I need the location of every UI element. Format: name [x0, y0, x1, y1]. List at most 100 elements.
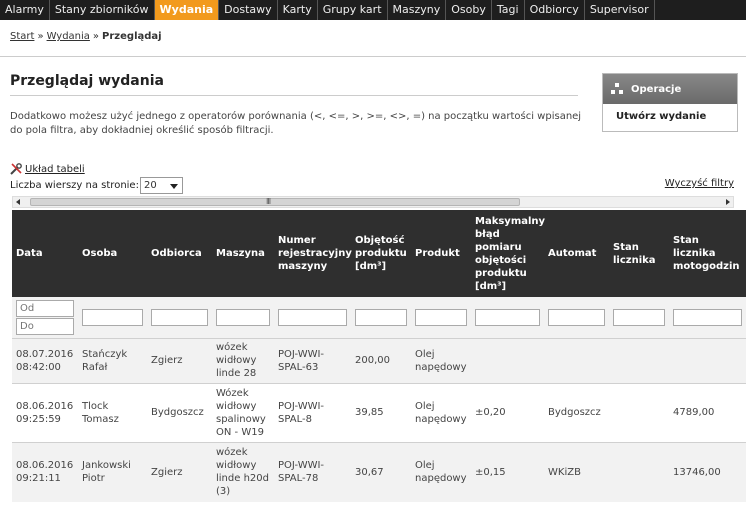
cell-recipient: Zgierz [147, 337, 212, 383]
nav-item-supervisor[interactable]: Supervisor [585, 0, 655, 20]
cell-person: Jankowski Piotr [78, 441, 147, 502]
nav-item-tagi[interactable]: Tagi [492, 0, 525, 20]
breadcrumb-separator: » [37, 31, 44, 42]
cell-counter [609, 337, 669, 383]
table-row[interactable]: 08.07.2016 08:42:00 Stańczyk Rafał Zgier… [12, 337, 746, 383]
cell-motohours: 13746,00 [669, 441, 746, 502]
max-error-filter[interactable] [475, 308, 540, 326]
cell-product: Olej napędowy [411, 382, 471, 442]
cell-counter [609, 441, 669, 502]
nav-item-wydania[interactable]: Wydania [154, 0, 220, 20]
scrollbar-thumb[interactable]: III [30, 197, 520, 206]
column-header-numer-rejestracyjny[interactable]: Numer rejestracyjny maszyny [274, 210, 352, 297]
column-header-produkt[interactable]: Produkt [411, 210, 471, 297]
cell-max-error: ±0,20 [471, 382, 544, 442]
breadcrumb-separator: » [92, 31, 100, 42]
cell-date: 08.07.2016 08:42:00 [12, 337, 78, 383]
breadcrumb: Start» Wydania» Przeglądaj [10, 31, 162, 42]
table-layout-link[interactable]: Układ tabeli [10, 163, 85, 175]
filter-cell [669, 297, 746, 338]
operations-panel: Operacje Utwórz wydanie [602, 73, 738, 132]
clear-filters-link[interactable]: Wyczyść filtry [665, 178, 734, 189]
divider [0, 56, 746, 57]
product-filter[interactable] [415, 308, 467, 326]
rows-per-page-select[interactable]: 20 [140, 177, 183, 194]
column-header-objetosc[interactable]: Objętość produktu [dm³] [351, 210, 411, 297]
filter-cell [609, 297, 669, 338]
scroll-right-icon[interactable] [726, 199, 730, 205]
filter-cell-date [12, 297, 78, 338]
cell-motohours: 4789,00 [669, 382, 746, 442]
cell-person: Tlock Tomasz [78, 382, 147, 442]
date-from-filter[interactable] [16, 299, 74, 317]
person-filter[interactable] [82, 308, 143, 326]
cell-volume: 200,00 [351, 337, 411, 383]
nav-item-osoby[interactable]: Osoby [446, 0, 492, 20]
cell-date: 08.06.2016 09:21:11 [12, 441, 78, 502]
create-issue-link[interactable]: Utwórz wydanie [603, 104, 737, 122]
horizontal-scrollbar[interactable]: III [12, 196, 734, 208]
rows-per-page-label: Liczba wierszy na stronie: [10, 180, 139, 191]
column-header-odbiorca[interactable]: Odbiorca [147, 210, 212, 297]
issues-table: Data Osoba Odbiorca Maszyna Numer rejest… [12, 210, 746, 502]
chevron-down-icon [170, 184, 178, 189]
date-to-filter[interactable] [16, 317, 74, 335]
divider [10, 95, 578, 96]
grip-icon: III [266, 197, 271, 206]
cell-counter [609, 382, 669, 442]
cell-date: 08.06.2016 09:25:59 [12, 382, 78, 442]
column-header-blad-pomiaru[interactable]: Maksymalny błąd pomiaru objętości produk… [471, 210, 545, 297]
nav-item-karty[interactable]: Karty [278, 0, 318, 20]
table-row[interactable]: 08.06.2016 09:25:59 Tlock Tomasz Bydgosz… [12, 382, 746, 442]
nav-item-alarmy[interactable]: Alarmy [0, 0, 50, 20]
column-header-data[interactable]: Data [12, 210, 78, 297]
cell-recipient: Bydgoszcz [147, 382, 212, 442]
cell-machine: Wózek widłowy spalinowy ON - W19 [212, 382, 274, 442]
filter-cell [411, 297, 471, 338]
nav-item-dostawy[interactable]: Dostawy [219, 0, 278, 20]
operations-header: Operacje [603, 74, 737, 104]
cell-registration: POJ-WWI-SPAL-8 [274, 382, 351, 442]
cell-person: Stańczyk Rafał [78, 337, 147, 383]
cell-volume: 30,67 [351, 441, 411, 502]
column-header-stan-licznika[interactable]: Stan licznika [609, 210, 669, 297]
table-header-row: Data Osoba Odbiorca Maszyna Numer rejest… [12, 210, 746, 297]
cell-automat: WKiZB [544, 441, 609, 502]
filter-cell [78, 297, 147, 338]
cell-max-error [471, 337, 544, 383]
breadcrumb-wydania-link[interactable]: Wydania [47, 31, 90, 42]
rows-per-page-value: 20 [144, 180, 157, 191]
column-header-automat[interactable]: Automat [544, 210, 609, 297]
table-row[interactable]: 08.06.2016 09:21:11 Jankowski Piotr Zgie… [12, 441, 746, 502]
cell-registration: POJ-WWI-SPAL-78 [274, 441, 351, 502]
filter-cell [274, 297, 351, 338]
cell-machine: wózek widłowy linde 28 [212, 337, 274, 383]
counter-filter[interactable] [613, 308, 665, 326]
recipient-filter[interactable] [151, 308, 208, 326]
operations-title: Operacje [631, 83, 682, 95]
breadcrumb-current: Przeglądaj [102, 31, 162, 42]
volume-filter[interactable] [355, 308, 407, 326]
motohours-filter[interactable] [673, 308, 742, 326]
cell-product: Olej napędowy [411, 441, 471, 502]
nav-item-odbiorcy[interactable]: Odbiorcy [525, 0, 585, 20]
nav-item-maszyny[interactable]: Maszyny [388, 0, 447, 20]
cell-machine: wózek widłowy linde h20d (3) [212, 441, 274, 502]
nav-item-stany-zbiornikow[interactable]: Stany zbiorników [50, 0, 155, 20]
column-header-osoba[interactable]: Osoba [78, 210, 147, 297]
breadcrumb-start-link[interactable]: Start [10, 31, 34, 42]
hierarchy-icon [611, 83, 623, 95]
machine-filter[interactable] [216, 308, 270, 326]
column-header-maszyna[interactable]: Maszyna [212, 210, 274, 297]
cell-volume: 39,85 [351, 382, 411, 442]
filter-cell [147, 297, 212, 338]
filter-row [12, 297, 746, 338]
cell-product: Olej napędowy [411, 337, 471, 383]
tools-icon [10, 163, 22, 175]
automat-filter[interactable] [548, 308, 605, 326]
cell-automat: Bydgoszcz [544, 382, 609, 442]
nav-item-grupy-kart[interactable]: Grupy kart [318, 0, 388, 20]
scroll-left-icon[interactable] [16, 199, 20, 205]
column-header-stan-motogodzin[interactable]: Stan licznika motogodzin [669, 210, 746, 297]
registration-filter[interactable] [278, 308, 347, 326]
